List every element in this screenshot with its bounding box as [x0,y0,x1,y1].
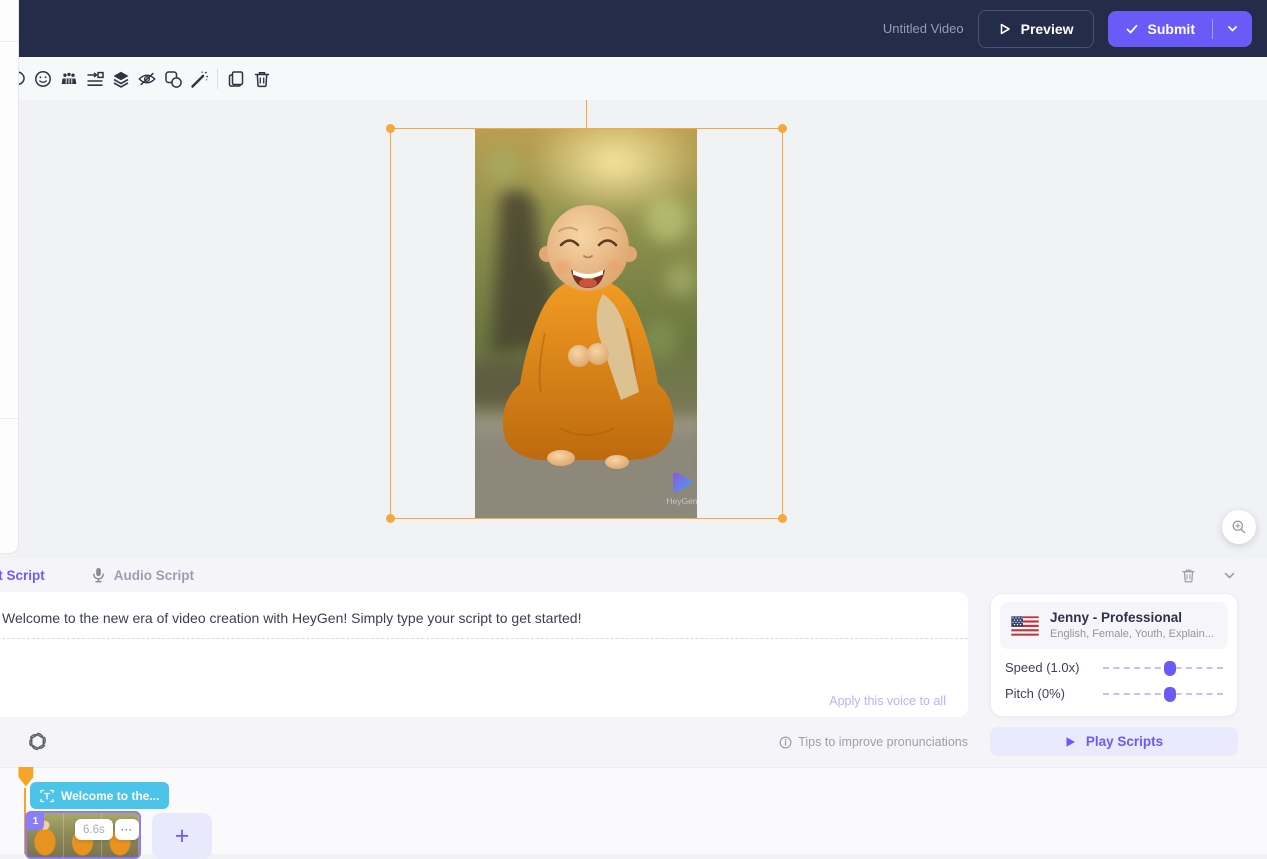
script-tabs-row: Text Script Audio Script [0,558,1267,592]
gpt-script-writer-button[interactable] [27,731,48,752]
hide-icon[interactable] [137,69,157,89]
submit-dropdown-button[interactable] [1213,11,1252,47]
timeline-clip[interactable]: 1 6.6s ··· [25,811,141,859]
play-outline-icon [998,22,1012,36]
speed-slider[interactable] [1103,667,1223,669]
play-scripts-label: Play Scripts [1086,734,1163,749]
us-flag-icon [1011,616,1039,636]
microphone-icon [92,567,105,583]
left-sidebar-sliver [0,0,19,554]
selection-handle-bottom-left[interactable] [386,514,395,523]
zoom-in-icon [1231,519,1247,535]
duplicate-icon[interactable] [226,69,246,89]
sidebar-divider [0,418,18,419]
tab-text-script[interactable]: Text Script [0,568,45,583]
toolbar-divider [217,69,218,89]
script-editor-card: Welcome to the new era of video creation… [0,592,968,717]
tab-audio-label: Audio Script [114,568,194,583]
apply-voice-to-all-link[interactable]: Apply this voice to all [829,694,946,708]
pitch-slider[interactable] [1103,693,1223,695]
clip-more-button[interactable]: ··· [115,819,139,840]
preview-label: Preview [1021,21,1074,37]
selection-handle-top-left[interactable] [386,124,395,133]
pitch-label: Pitch (0%) [1005,686,1091,701]
voice-name: Jenny - Professional [1050,609,1214,627]
submit-button[interactable]: Submit [1108,11,1252,47]
info-icon [779,736,792,749]
check-icon [1125,22,1139,36]
avatar-group-icon[interactable] [59,69,79,89]
sidebar-divider [0,41,18,42]
selection-handle-bottom-right[interactable] [778,514,787,523]
pitch-slider-row: Pitch (0%) [991,686,1237,701]
selection-bounding-box[interactable] [390,128,783,519]
emoji-icon[interactable] [33,69,53,89]
scene-script-chip[interactable]: Welcome to the... [30,782,169,809]
submit-label: Submit [1148,21,1195,37]
delete-scene-script-icon[interactable] [1180,567,1197,584]
script-input-underline [2,638,968,639]
clip-duration-badge[interactable]: 6.6s [75,819,113,840]
script-header-actions [1180,558,1237,592]
adjust-icon[interactable] [85,69,105,89]
play-icon [1065,736,1076,748]
collapse-panel-chevron-icon[interactable] [1222,568,1237,583]
scene-number-badge: 1 [27,813,44,830]
text-frame-icon [40,789,54,803]
submit-main[interactable]: Submit [1108,11,1212,47]
script-panel: Text Script Audio Script Welcome to the … [0,558,1267,767]
play-scripts-button[interactable]: Play Scripts [990,727,1238,756]
speed-slider-thumb[interactable] [1164,661,1176,676]
selection-rotation-line [586,97,587,128]
add-scene-button[interactable]: + [152,813,212,859]
scene-chip-label: Welcome to the... [61,789,159,803]
voice-attributes: English, Female, Youth, Explain... [1050,627,1214,642]
speed-label: Speed (1.0x) [1005,660,1091,675]
pronunciation-tips-link[interactable]: Tips to improve pronunciations [779,735,968,749]
voice-selector[interactable]: Jenny - Professional English, Female, Yo… [1000,602,1228,649]
timeline: Welcome to the... 1 6.6s ··· + [0,767,1267,854]
element-toolbar [18,57,1267,100]
preview-button[interactable]: Preview [978,10,1094,48]
heygen-video-editor: { "header": { "title": "Untitled Video",… [0,0,1267,853]
selection-handle-top-right[interactable] [778,124,787,133]
magic-wand-icon[interactable] [189,69,209,89]
shapes-icon[interactable] [163,69,183,89]
top-header-bar: Untitled Video Preview Submit [18,0,1267,57]
script-text-input[interactable]: Welcome to the new era of video creation… [2,608,948,628]
delete-icon[interactable] [252,69,272,89]
video-canvas[interactable]: HeyGen [18,100,1267,558]
pitch-slider-thumb[interactable] [1164,687,1176,702]
canvas-zoom-button[interactable] [1222,510,1256,544]
tab-audio-script[interactable]: Audio Script [92,567,194,583]
voice-meta: Jenny - Professional English, Female, Yo… [1050,609,1214,642]
video-title[interactable]: Untitled Video [883,21,964,36]
layers-icon[interactable] [111,69,131,89]
voice-settings-card: Jenny - Professional English, Female, Yo… [990,593,1238,717]
speed-slider-row: Speed (1.0x) [991,660,1237,675]
tips-label: Tips to improve pronunciations [798,735,968,749]
